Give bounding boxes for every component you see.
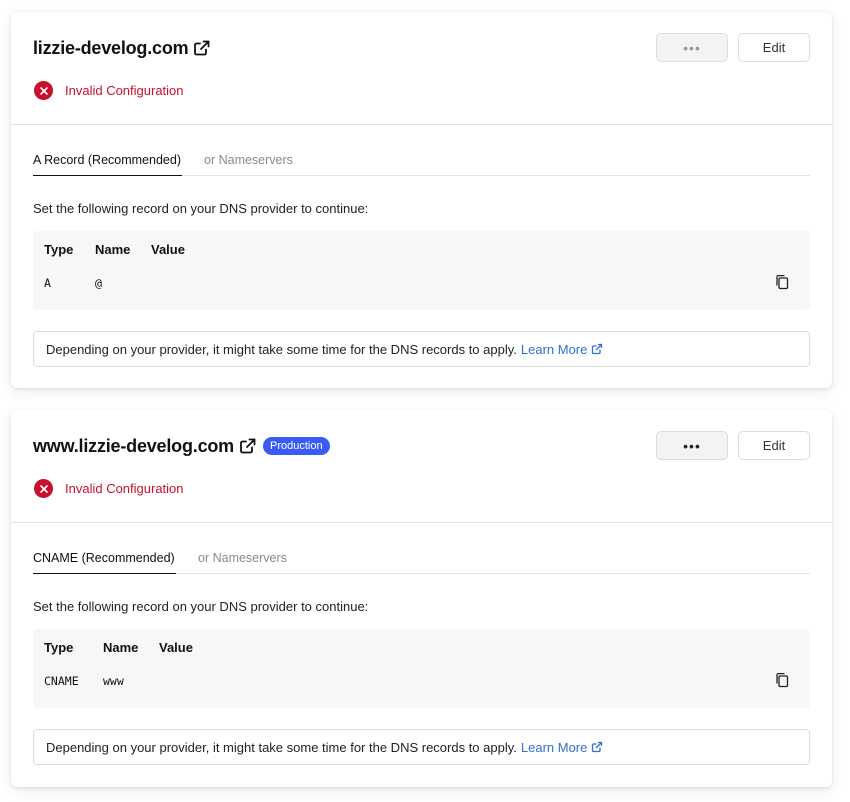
record-header-type: Type (44, 640, 74, 655)
external-link-icon[interactable] (193, 39, 211, 57)
learn-more-label: Learn More (520, 341, 588, 357)
tab-cname[interactable]: CNAME (Recommended) (33, 550, 176, 574)
record-header-name: Name (95, 242, 131, 257)
learn-more-label: Learn More (520, 739, 588, 755)
edit-button[interactable]: Edit (738, 33, 810, 62)
record-tabs: CNAME (Recommended) or Nameservers (33, 550, 810, 574)
status-row: Invalid Configuration (34, 479, 184, 498)
domain-link[interactable]: www.lizzie-develog.com (33, 436, 234, 457)
domain-title-row: lizzie-develog.com (33, 35, 211, 61)
tab-nameservers[interactable]: or Nameservers (204, 152, 293, 176)
more-dots-icon: ••• (683, 437, 701, 454)
more-dots-icon: ••• (683, 39, 701, 56)
record-tabs: A Record (Recommended) or Nameservers (33, 152, 810, 176)
record-name-value: @ (95, 276, 102, 290)
edit-button[interactable]: Edit (738, 431, 810, 460)
copy-icon[interactable] (774, 274, 790, 290)
record-header-name: Name (103, 640, 139, 655)
instruction-text: Set the following record on your DNS pro… (33, 201, 369, 216)
external-link-icon (592, 343, 603, 355)
domain-link[interactable]: lizzie-develog.com (33, 38, 189, 59)
error-x-icon (34, 479, 53, 498)
record-type-value: A (44, 276, 51, 290)
more-options-button[interactable]: ••• (656, 33, 728, 62)
domain-card: lizzie-develog.com ••• Edit Invalid Conf… (11, 12, 832, 388)
note-text: Depending on your provider, it might tak… (46, 739, 517, 755)
status-text: Invalid Configuration (65, 481, 184, 496)
record-header-value: Value (151, 242, 185, 257)
domain-card: www.lizzie-develog.com Production ••• Ed… (11, 410, 832, 787)
error-x-icon (34, 81, 53, 100)
record-header-value: Value (159, 640, 193, 655)
domain-card-header: lizzie-develog.com ••• Edit Invalid Conf… (11, 12, 832, 125)
learn-more-link[interactable]: Learn More (521, 740, 603, 755)
production-badge: Production (262, 437, 330, 455)
record-header-type: Type (44, 242, 74, 257)
record-name-value: www (103, 674, 124, 688)
tab-a-record[interactable]: A Record (Recommended) (33, 152, 182, 176)
domain-title-row: www.lizzie-develog.com Production (33, 433, 330, 459)
learn-more-link[interactable]: Learn More (521, 342, 603, 357)
dns-record-box: Type Name Value CNAME www (33, 629, 810, 708)
status-text: Invalid Configuration (65, 83, 184, 98)
record-type-value: CNAME (44, 674, 79, 688)
status-row: Invalid Configuration (34, 81, 184, 100)
propagation-note: Depending on your provider, it might tak… (33, 331, 810, 367)
more-options-button[interactable]: ••• (656, 431, 728, 460)
external-link-icon[interactable] (239, 437, 257, 455)
domain-card-header: www.lizzie-develog.com Production ••• Ed… (11, 410, 832, 523)
propagation-note: Depending on your provider, it might tak… (33, 729, 810, 765)
instruction-text: Set the following record on your DNS pro… (33, 599, 369, 614)
tab-nameservers[interactable]: or Nameservers (198, 550, 287, 574)
external-link-icon (592, 741, 603, 753)
copy-icon[interactable] (774, 672, 790, 688)
note-text: Depending on your provider, it might tak… (46, 341, 517, 357)
dns-record-box: Type Name Value A @ (33, 231, 810, 310)
